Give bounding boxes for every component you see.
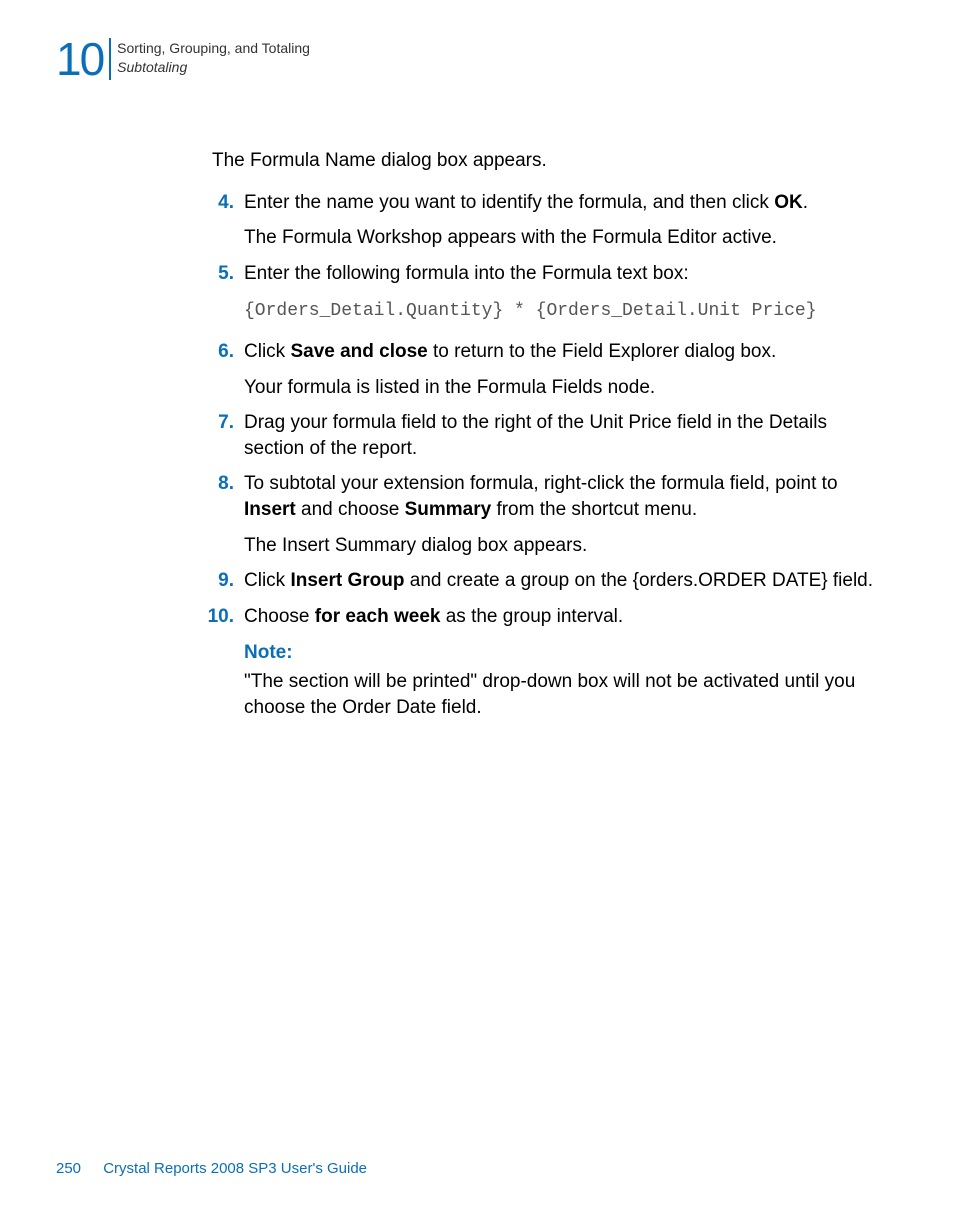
intro-paragraph: The Formula Name dialog box appears.	[212, 148, 892, 174]
step-number: 8.	[212, 471, 234, 558]
step-text: Enter the following formula into the For…	[244, 263, 689, 284]
step-item: 8. To subtotal your extension formula, r…	[212, 471, 892, 558]
page-content: The Formula Name dialog box appears. 4. …	[212, 148, 892, 721]
code-block: {Orders_Detail.Quantity} * {Orders_Detai…	[244, 299, 892, 323]
step-text: Click Save and close to return to the Fi…	[244, 341, 776, 362]
step-body: Enter the following formula into the For…	[244, 261, 892, 287]
page-number: 250	[56, 1160, 81, 1177]
section-title: Subtotaling	[117, 58, 310, 77]
step-item: 6. Click Save and close to return to the…	[212, 339, 892, 400]
step-number: 10.	[204, 604, 234, 630]
step-body: Drag your formula field to the right of …	[244, 410, 892, 461]
chapter-title: Sorting, Grouping, and Totaling	[117, 39, 310, 58]
page-footer: 250 Crystal Reports 2008 SP3 User's Guid…	[56, 1159, 367, 1179]
page-header: 10 Sorting, Grouping, and Totaling Subto…	[56, 36, 894, 82]
step-body: Click Save and close to return to the Fi…	[244, 339, 892, 400]
step-number: 9.	[212, 568, 234, 594]
step-number: 5.	[212, 261, 234, 287]
step-after: The Formula Workshop appears with the Fo…	[244, 225, 892, 251]
step-text: Choose for each week as the group interv…	[244, 606, 623, 627]
step-number: 7.	[212, 410, 234, 461]
step-item: 9. Click Insert Group and create a group…	[212, 568, 892, 594]
step-body: Enter the name you want to identify the …	[244, 190, 892, 251]
step-number: 6.	[212, 339, 234, 400]
step-number: 4.	[212, 190, 234, 251]
step-item: 5. Enter the following formula into the …	[212, 261, 892, 287]
step-text: Enter the name you want to identify the …	[244, 192, 808, 213]
note-label: Note:	[244, 640, 892, 666]
step-after: The Insert Summary dialog box appears.	[244, 533, 892, 559]
note-body: "The section will be printed" drop-down …	[244, 669, 892, 720]
step-text: Click Insert Group and create a group on…	[244, 570, 873, 591]
header-divider	[109, 38, 111, 80]
step-body: To subtotal your extension formula, righ…	[244, 471, 892, 558]
doc-title: Crystal Reports 2008 SP3 User's Guide	[103, 1160, 367, 1177]
chapter-number: 10	[56, 36, 103, 82]
step-body: Choose for each week as the group interv…	[244, 604, 892, 630]
step-text: Drag your formula field to the right of …	[244, 412, 827, 459]
step-after: Your formula is listed in the Formula Fi…	[244, 375, 892, 401]
step-item: 7. Drag your formula field to the right …	[212, 410, 892, 461]
step-item: 10. Choose for each week as the group in…	[204, 604, 892, 630]
step-item: 4. Enter the name you want to identify t…	[212, 190, 892, 251]
step-body: Click Insert Group and create a group on…	[244, 568, 892, 594]
step-text: To subtotal your extension formula, righ…	[244, 473, 838, 520]
header-text: Sorting, Grouping, and Totaling Subtotal…	[117, 36, 310, 77]
